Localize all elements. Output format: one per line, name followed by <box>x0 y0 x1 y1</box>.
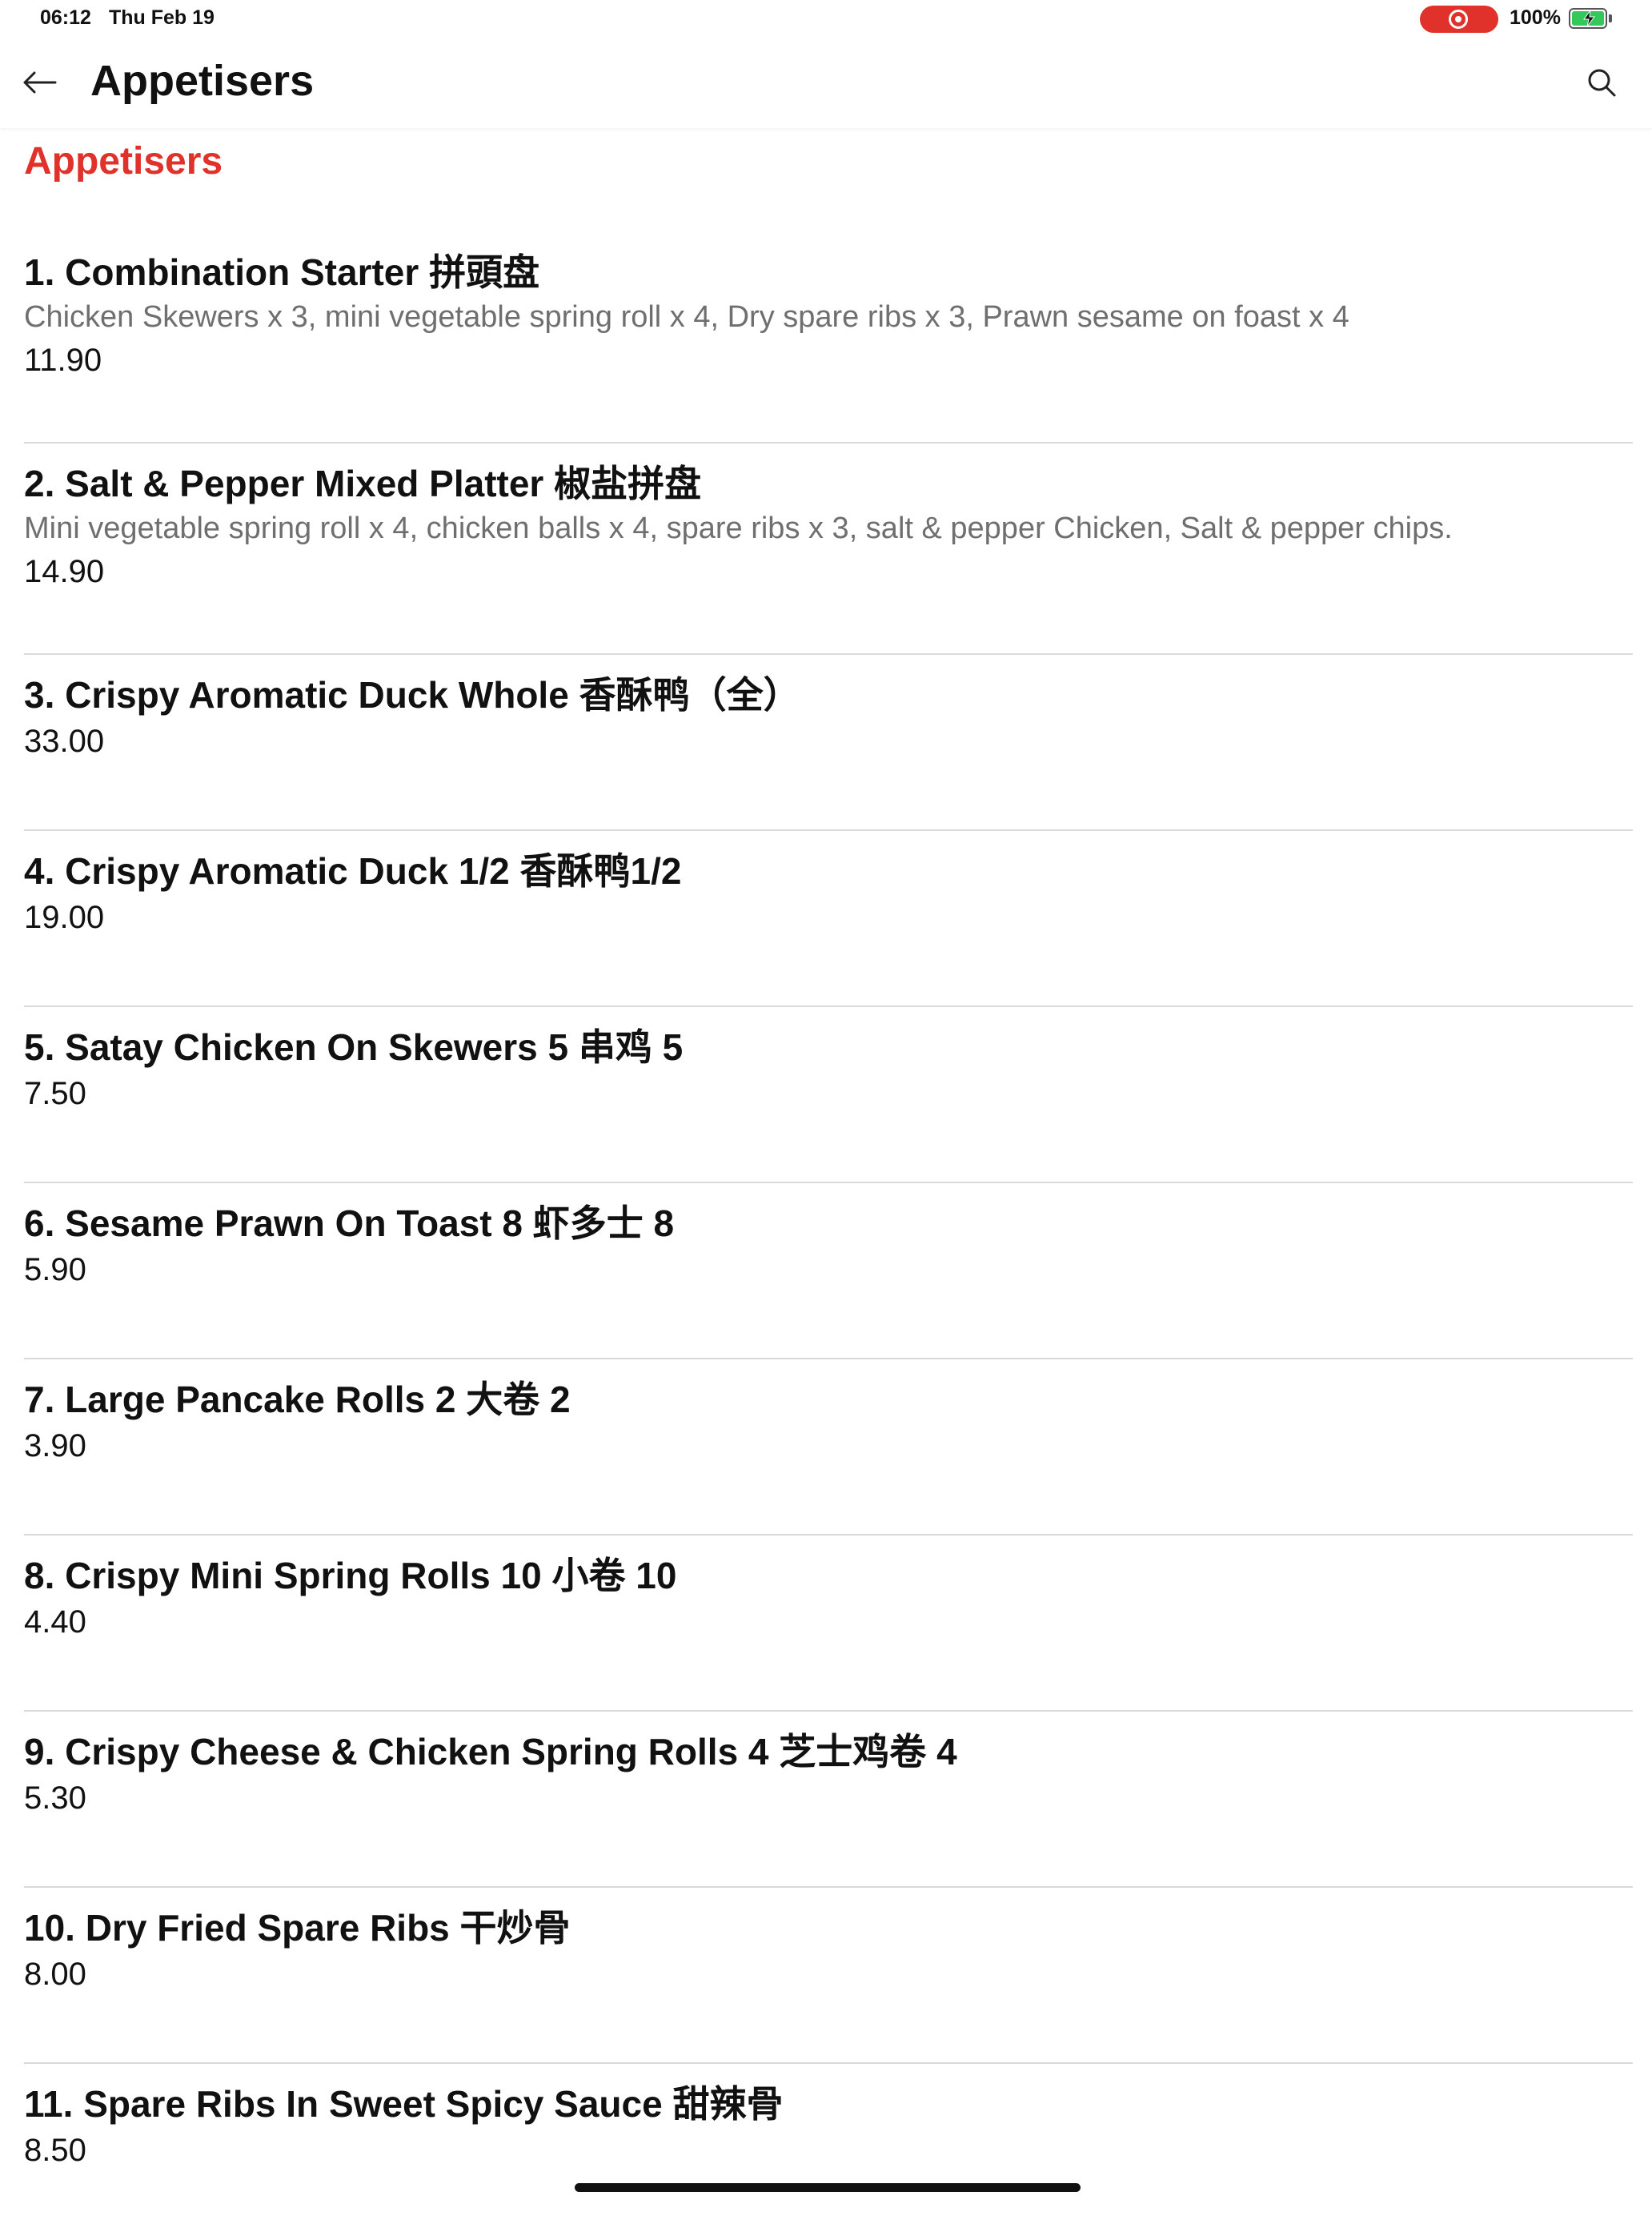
menu-list: 1. Combination Starter 拼頭盘 Chicken Skewer… <box>24 232 1633 2240</box>
menu-item-description: Mini vegetable spring roll x 4, chicken … <box>24 512 1453 545</box>
menu-item-name: 1. Combination Starter 拼頭盘 <box>24 251 540 293</box>
menu-item-name: 4. Crispy Aromatic Duck 1/2 香酥鸭1/2 <box>24 850 682 892</box>
status-bar: 06:12 Thu Feb 19 100% <box>0 0 1652 40</box>
menu-item[interactable]: 7. Large Pancake Rolls 2 大卷 2 3.90 <box>24 1359 1633 1535</box>
menu-item[interactable]: 2. Salt & Pepper Mixed Platter 椒盐拼盘 Mini … <box>24 444 1633 655</box>
status-date: Thu Feb 19 <box>109 6 215 29</box>
menu-item-price: 14.90 <box>24 554 105 589</box>
menu-item-price: 33.00 <box>24 724 105 759</box>
menu-item[interactable]: 5. Satay Chicken On Skewers 5 串鸡 5 7.50 <box>24 1007 1633 1183</box>
home-indicator[interactable] <box>575 2183 1081 2192</box>
screen-recording-indicator[interactable] <box>1420 6 1498 33</box>
menu-item[interactable]: 8. Crispy Mini Spring Rolls 10 小卷 10 4.40 <box>24 1535 1633 1712</box>
menu-item-name: 10. Dry Fried Spare Ribs 干炒骨 <box>24 1907 571 1949</box>
menu-item-name: 5. Satay Chicken On Skewers 5 串鸡 5 <box>24 1026 684 1068</box>
menu-item-name: 8. Crispy Mini Spring Rolls 10 小卷 10 <box>24 1555 677 1596</box>
menu-item-name: 9. Crispy Cheese & Chicken Spring Rolls … <box>24 1731 957 1772</box>
menu-item-price: 7.50 <box>24 1076 86 1111</box>
menu-item-name: 6. Sesame Prawn On Toast 8 虾多士 8 <box>24 1202 675 1244</box>
menu-item-price: 5.90 <box>24 1252 86 1287</box>
back-button[interactable] <box>19 62 59 102</box>
menu-item-name: 7. Large Pancake Rolls 2 大卷 2 <box>24 1379 571 1420</box>
menu-item-price: 8.50 <box>24 2133 86 2168</box>
arrow-left-icon <box>23 71 57 94</box>
menu-item-price: 11.90 <box>24 343 102 378</box>
charging-bolt-icon <box>1583 10 1595 27</box>
search-icon <box>1588 69 1616 97</box>
menu-item-description: Chicken Skewers x 3, mini vegetable spri… <box>24 300 1349 334</box>
search-button[interactable] <box>1582 62 1622 102</box>
menu-item-price: 8.00 <box>24 1957 86 1992</box>
menu-item-price: 19.00 <box>24 900 105 935</box>
menu-item-name: 2. Salt & Pepper Mixed Platter 椒盐拼盘 <box>24 463 702 504</box>
battery-cap <box>1609 14 1612 22</box>
menu-item[interactable]: 10. Dry Fried Spare Ribs 干炒骨 8.00 <box>24 1888 1633 2064</box>
menu-item-name: 3. Crispy Aromatic Duck Whole 香酥鸭（全） <box>24 674 800 716</box>
battery-icon <box>1569 8 1607 29</box>
menu-item-name: 11. Spare Ribs In Sweet Spicy Sauce 甜辣骨 <box>24 2083 784 2125</box>
section-title: Appetisers <box>24 140 223 183</box>
battery-percent: 100% <box>1510 6 1561 29</box>
menu-item-price: 5.30 <box>24 1780 86 1816</box>
menu-item-price: 3.90 <box>24 1428 86 1463</box>
menu-item[interactable]: 11. Spare Ribs In Sweet Spicy Sauce 甜辣骨 8… <box>24 2064 1633 2240</box>
record-icon <box>1449 10 1468 29</box>
app-header: Appetisers <box>0 40 1652 128</box>
menu-item[interactable]: 9. Crispy Cheese & Chicken Spring Rolls … <box>24 1712 1633 1888</box>
status-time: 06:12 <box>40 6 91 29</box>
menu-item[interactable]: 4. Crispy Aromatic Duck 1/2 香酥鸭1/2 19.00 <box>24 831 1633 1007</box>
menu-item[interactable]: 1. Combination Starter 拼頭盘 Chicken Skewer… <box>24 232 1633 444</box>
menu-item[interactable]: 3. Crispy Aromatic Duck Whole 香酥鸭（全） 33.0… <box>24 655 1633 831</box>
menu-item[interactable]: 6. Sesame Prawn On Toast 8 虾多士 8 5.90 <box>24 1183 1633 1359</box>
menu-item-price: 4.40 <box>24 1604 86 1640</box>
page-title: Appetisers <box>90 57 315 105</box>
